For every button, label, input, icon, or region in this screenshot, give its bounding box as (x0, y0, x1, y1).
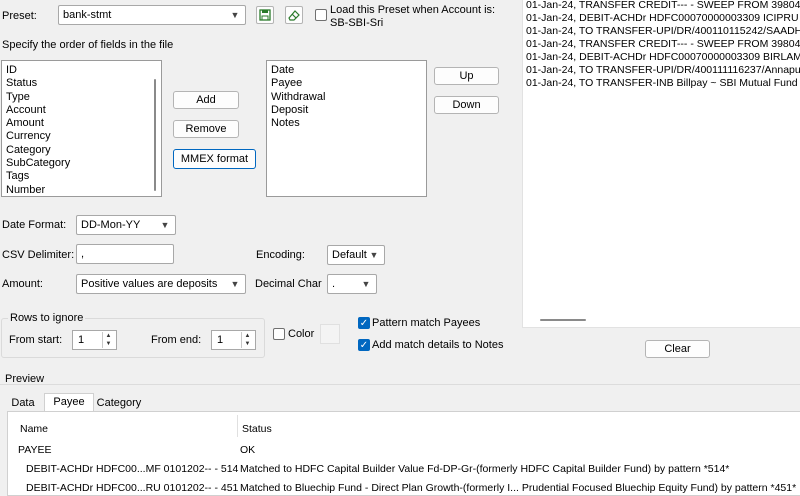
csv-delimiter-input[interactable]: , (76, 244, 174, 264)
list-item[interactable]: Category (2, 144, 161, 157)
file-preview-hscrollbar[interactable] (540, 319, 586, 321)
file-preview-line: 01-Jan-24, TRANSFER CREDIT--- - SWEEP FR… (526, 38, 800, 50)
from-start-value: 1 (78, 334, 85, 346)
csv-delimiter-label: CSV Delimiter: (2, 249, 75, 261)
from-start-label: From start: (9, 334, 63, 346)
list-item[interactable]: Account (2, 104, 161, 117)
list-item[interactable]: Payee (267, 77, 426, 90)
table-row-name[interactable]: DEBIT-ACHDr HDFC00...MF 0101202-- - 514 (26, 462, 238, 476)
selected-fields-list[interactable]: Date Payee Withdrawal Deposit Notes (266, 60, 427, 197)
date-format-value: DD-Mon-YY (81, 219, 141, 231)
column-divider[interactable] (237, 415, 238, 437)
file-preview-line: 01-Jan-24, DEBIT-ACHDr HDFC0007000000330… (526, 12, 800, 24)
preset-label: Preset: (2, 10, 37, 22)
tab-category[interactable]: Category (95, 395, 143, 411)
table-row-status: OK (240, 444, 256, 456)
clear-preview-button[interactable]: Clear (645, 340, 710, 358)
load-preset-label: Load this Preset when Account is: (330, 4, 496, 16)
spin-down-icon[interactable]: ▼ (242, 340, 253, 348)
color-swatch-button[interactable] (320, 324, 340, 344)
from-end-value: 1 (217, 334, 224, 346)
spin-up-icon[interactable]: ▲ (242, 332, 253, 340)
spin-up-icon[interactable]: ▲ (103, 332, 114, 340)
list-item[interactable]: SubCategory (2, 157, 161, 170)
list-item[interactable]: Notes (267, 117, 426, 130)
column-header-status[interactable]: Status (242, 422, 272, 436)
add-field-button[interactable]: Add (173, 91, 239, 109)
from-start-stepper[interactable]: 1 ▲ ▼ (72, 330, 117, 350)
list-item[interactable]: Status (2, 77, 161, 90)
eraser-icon (288, 10, 300, 21)
table-row-status: Matched to HDFC Capital Builder Value Fd… (240, 463, 730, 475)
color-label: Color (288, 328, 315, 340)
decimal-char-value: . (332, 278, 336, 290)
chevron-down-icon: ▼ (230, 10, 240, 20)
load-preset-checkbox[interactable] (315, 9, 327, 21)
from-end-stepper[interactable]: 1 ▲ ▼ (211, 330, 256, 350)
spin-down-icon[interactable]: ▼ (103, 340, 114, 348)
date-format-label: Date Format: (2, 219, 67, 231)
color-checkbox[interactable] (273, 328, 285, 340)
available-fields-scrollbar[interactable] (154, 79, 156, 191)
table-row-name[interactable]: PAYEE (18, 443, 51, 457)
encoding-value: Default (332, 249, 367, 261)
list-item[interactable]: Type (2, 91, 161, 104)
amount-select[interactable]: Positive values are deposits ▼ (76, 274, 246, 294)
list-item[interactable]: Withdrawal (267, 91, 426, 104)
table-row-name[interactable]: DEBIT-ACHDr HDFC00...RU 0101202-- - 451 (26, 481, 238, 495)
move-up-button[interactable]: Up (434, 67, 499, 85)
file-preview-line: 01-Jan-24, TO TRANSFER-UPI/DR/4001111162… (526, 64, 800, 76)
list-item[interactable]: ID (2, 64, 161, 77)
amount-label: Amount: (2, 278, 43, 290)
rows-ignore-title: Rows to ignore (8, 311, 86, 325)
amount-value: Positive values are deposits (81, 278, 218, 290)
file-preview-line: 01-Jan-24, TO TRANSFER-INB Billpay ~ SBI… (526, 77, 800, 89)
tab-data[interactable]: Data (5, 395, 41, 411)
tab-payee[interactable]: Payee (44, 393, 94, 412)
file-preview-line: 01-Jan-24, DEBIT-ACHDr HDFC0007000000330… (526, 51, 800, 63)
list-item[interactable]: Tags (2, 170, 161, 183)
list-item[interactable]: Date (267, 64, 426, 77)
available-fields-list[interactable]: ID Status Type Account Amount Currency C… (1, 60, 162, 197)
file-preview-line: 01-Jan-24, TRANSFER CREDIT--- - SWEEP FR… (526, 0, 800, 11)
save-icon (259, 9, 271, 21)
list-item[interactable]: Amount (2, 117, 161, 130)
encoding-label: Encoding: (256, 249, 305, 261)
save-preset-button[interactable] (256, 6, 274, 24)
clear-preset-button[interactable] (285, 6, 303, 24)
load-preset-account: SB-SBI-Sri (330, 17, 384, 29)
move-down-button[interactable]: Down (434, 96, 499, 114)
decimal-char-select[interactable]: . ▼ (327, 274, 377, 294)
file-preview-line: 01-Jan-24, TO TRANSFER-UPI/DR/4001101152… (526, 25, 800, 37)
preset-select[interactable]: bank-stmt ▼ (58, 5, 246, 25)
remove-field-button[interactable]: Remove (173, 120, 239, 138)
list-item[interactable]: Currency (2, 130, 161, 143)
list-item[interactable]: Number (2, 184, 161, 196)
chevron-down-icon: ▼ (361, 279, 371, 289)
preview-divider (0, 384, 800, 385)
preset-value: bank-stmt (63, 9, 112, 21)
from-end-label: From end: (151, 334, 202, 346)
add-match-checkbox[interactable]: ✓ (358, 339, 370, 351)
chevron-down-icon: ▼ (369, 250, 379, 260)
date-format-select[interactable]: DD-Mon-YY ▼ (76, 215, 176, 235)
table-row-status: Matched to Bluechip Fund - Direct Plan G… (240, 482, 797, 494)
list-item[interactable]: Deposit (267, 104, 426, 117)
decimal-char-label: Decimal Char (255, 278, 322, 290)
field-order-heading: Specify the order of fields in the file (2, 39, 174, 51)
mmex-format-button[interactable]: MMEX format (173, 149, 256, 169)
encoding-select[interactable]: Default ▼ (327, 245, 385, 265)
column-header-name[interactable]: Name (20, 422, 48, 436)
table-header (8, 412, 800, 440)
pattern-match-checkbox[interactable]: ✓ (358, 317, 370, 329)
pattern-match-label: Pattern match Payees (372, 317, 481, 329)
chevron-down-icon: ▼ (160, 220, 170, 230)
chevron-down-icon: ▼ (230, 279, 240, 289)
add-match-label: Add match details to Notes (372, 339, 504, 351)
